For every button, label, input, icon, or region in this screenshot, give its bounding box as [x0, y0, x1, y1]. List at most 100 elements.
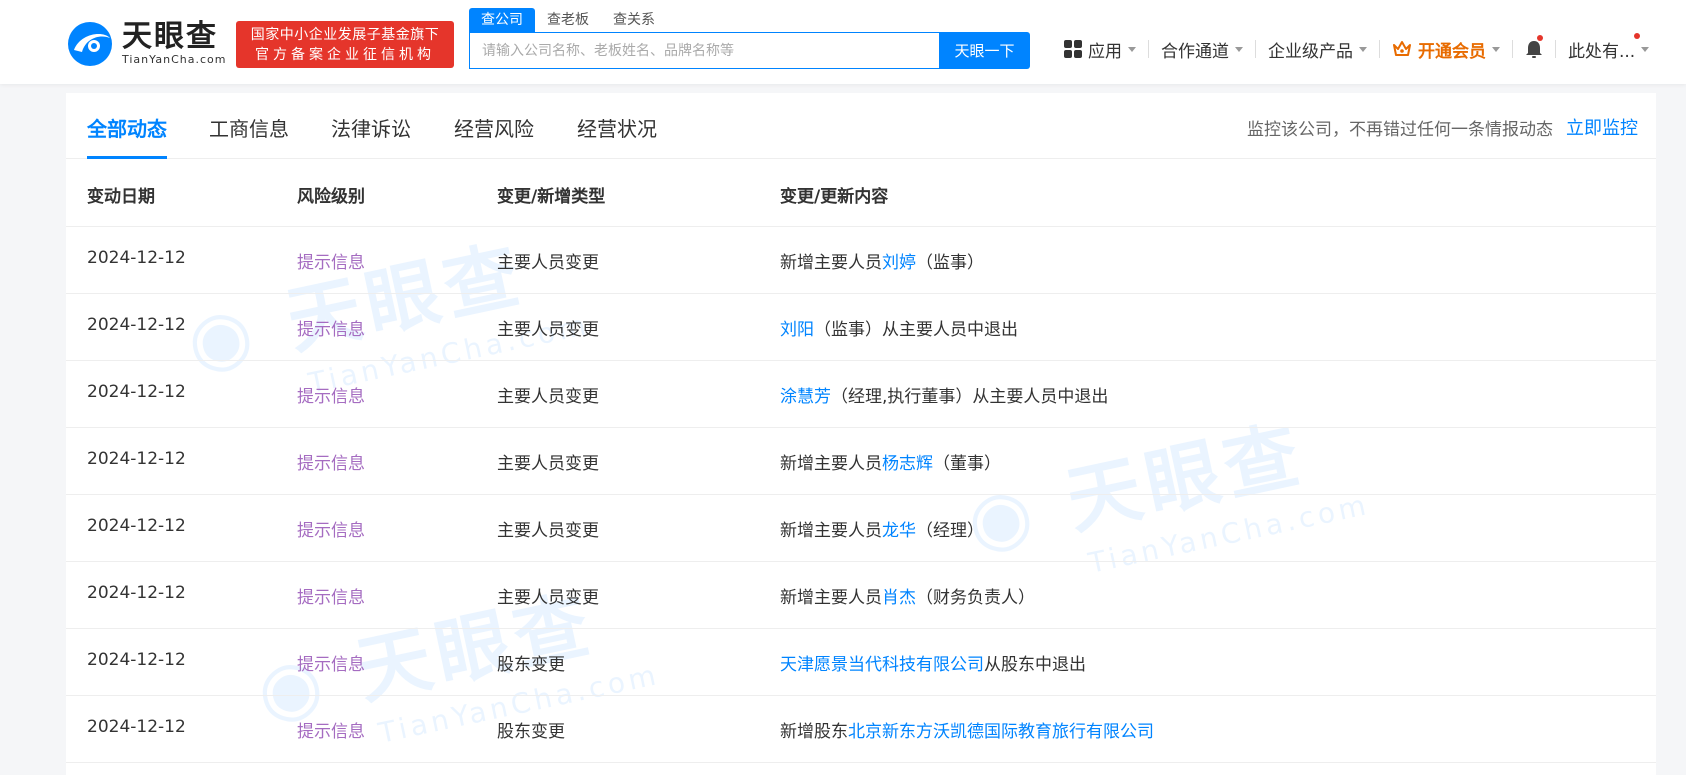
notification-dot	[1537, 35, 1543, 41]
entity-link[interactable]: 肖杰	[882, 588, 916, 608]
cell-risk[interactable]: 提示信息	[297, 449, 365, 474]
cell-content: 刘阳（监事）从主要人员中退出	[780, 315, 1018, 340]
cell-risk[interactable]: 提示信息	[297, 382, 365, 407]
cell-risk[interactable]: 提示信息	[297, 717, 365, 742]
monitor-text: 监控该公司，不再错过任何一条情报动态	[1247, 120, 1553, 140]
nav-cooperation[interactable]: 合作通道	[1149, 37, 1255, 62]
table-row: 2024-12-12 提示信息 主要人员变更 新增主要人员龙华（经理）	[66, 495, 1656, 562]
table-row: 2024-12-12 提示信息 主要人员变更 新增主要人员刘婷（监事）	[66, 227, 1656, 294]
cell-type: 主要人员变更	[497, 588, 599, 608]
tab-legal[interactable]: 法律诉讼	[331, 113, 411, 159]
nav-user-label: 此处有...	[1568, 41, 1636, 62]
content-suffix: （监事）从主要人员中退出	[814, 320, 1018, 340]
tab-status[interactable]: 经营状况	[577, 113, 657, 159]
crown-icon	[1392, 40, 1412, 58]
nav-user[interactable]: 此处有...	[1556, 32, 1661, 62]
header-content: 变更/更新内容	[780, 187, 889, 207]
nav-vip-label: 开通会员	[1418, 41, 1486, 62]
entity-link[interactable]: 涂慧芳	[780, 387, 831, 407]
search-tab-company[interactable]: 查公司	[469, 8, 535, 32]
chevron-down-icon	[1359, 46, 1367, 52]
certification-badge: 国家中小企业发展子基金旗下 官方备案企业征信机构	[236, 21, 454, 68]
cell-content: 新增主要人员刘婷（监事）	[780, 248, 984, 273]
entity-link[interactable]: 刘婷	[882, 253, 916, 273]
tab-risk[interactable]: 经营风险	[454, 113, 534, 159]
search-tab-relation[interactable]: 查关系	[601, 8, 667, 32]
entity-link[interactable]: 龙华	[882, 521, 916, 541]
cell-type: 主要人员变更	[497, 454, 599, 474]
cell-risk[interactable]: 提示信息	[297, 315, 365, 340]
content-suffix: （监事）	[916, 253, 984, 273]
content-suffix: （经理）	[916, 521, 984, 541]
entity-link[interactable]: 天津愿景当代科技有限公司	[780, 655, 984, 675]
chevron-down-icon	[1128, 46, 1136, 52]
content-suffix: （董事）	[933, 454, 1001, 474]
logo-text-cn: 天眼查	[122, 19, 218, 54]
table-row: 2024-12-12 提示信息 主要人员变更 新增主要人员肖杰（财务负责人）	[66, 562, 1656, 629]
cell-content: 新增主要人员杨志辉（董事）	[780, 449, 1001, 474]
nav-vip[interactable]: 开通会员	[1380, 37, 1512, 62]
content-prefix: 新增股东	[780, 722, 848, 742]
cell-date: 2024-12-12	[87, 449, 186, 469]
bell-icon	[1525, 39, 1543, 59]
nav-cooperation-label: 合作通道	[1161, 41, 1229, 62]
nav-apps[interactable]: 应用	[1052, 37, 1148, 62]
table-row: 2024-12-12 提示信息 主要人员变更 新增主要人员杨志辉（董事）	[66, 428, 1656, 495]
cell-content: 天津愿景当代科技有限公司从股东中退出	[780, 650, 1086, 675]
content-prefix: 新增主要人员	[780, 588, 882, 608]
top-header: 天眼查 TianYanCha.com 国家中小企业发展子基金旗下 官方备案企业征…	[0, 0, 1686, 84]
content-suffix: （财务负责人）	[916, 588, 1035, 608]
monitor-link[interactable]: 立即监控	[1566, 114, 1638, 140]
cell-date: 2024-12-12	[87, 315, 186, 335]
search-button[interactable]: 天眼一下	[939, 32, 1030, 69]
cell-date: 2024-12-12	[87, 583, 186, 603]
user-dot	[1634, 32, 1640, 39]
cell-risk[interactable]: 提示信息	[297, 650, 365, 675]
cell-date: 2024-12-12	[87, 650, 186, 670]
content-prefix: 新增主要人员	[780, 521, 882, 541]
header-type: 变更/新增类型	[497, 187, 606, 207]
apps-grid-icon	[1064, 40, 1082, 58]
chevron-down-icon	[1235, 46, 1243, 52]
cell-risk[interactable]: 提示信息	[297, 248, 365, 273]
cell-date: 2024-12-12	[87, 516, 186, 536]
cell-type: 股东变更	[497, 655, 565, 675]
nav-apps-label: 应用	[1088, 41, 1122, 62]
cell-content: 新增主要人员龙华（经理）	[780, 516, 984, 541]
entity-link[interactable]: 刘阳	[780, 320, 814, 340]
logo[interactable]: 天眼查 TianYanCha.com	[66, 18, 226, 70]
cell-risk[interactable]: 提示信息	[297, 516, 365, 541]
cell-risk[interactable]: 提示信息	[297, 583, 365, 608]
nav-enterprise-label: 企业级产品	[1268, 41, 1353, 62]
search-input[interactable]	[470, 33, 939, 68]
entity-link[interactable]: 杨志辉	[882, 454, 933, 474]
content-suffix: 从股东中退出	[984, 655, 1086, 675]
tab-business-info[interactable]: 工商信息	[209, 113, 289, 159]
cell-type: 主要人员变更	[497, 521, 599, 541]
top-nav: 应用 合作通道 企业级产品 开通会员 此处有...	[1052, 32, 1661, 66]
logo-eye-icon	[66, 20, 114, 68]
cell-date: 2024-12-12	[87, 382, 186, 402]
search-tab-boss[interactable]: 查老板	[535, 8, 601, 32]
content-suffix: （经理,执行董事）从主要人员中退出	[831, 387, 1109, 407]
cell-date: 2024-12-12	[87, 248, 186, 268]
header-risk: 风险级别	[297, 187, 365, 207]
cell-content: 涂慧芳（经理,执行董事）从主要人员中退出	[780, 382, 1108, 407]
logo-text-en: TianYanCha.com	[122, 53, 227, 66]
table-header: 变动日期 风险级别 变更/新增类型 变更/更新内容	[66, 160, 1656, 227]
nav-enterprise[interactable]: 企业级产品	[1256, 37, 1379, 62]
cell-content: 新增主要人员肖杰（财务负责人）	[780, 583, 1035, 608]
table-row: 2024-12-12 提示信息 股东变更 天津愿景当代科技有限公司从股东中退出	[66, 629, 1656, 696]
search-tabs: 查公司 查老板 查关系	[469, 8, 667, 32]
dynamics-card: ◉ 天眼查 TianYanCha.com ◉ 天眼查 TianYanCha.com …	[66, 93, 1656, 775]
cell-content: 新增股东北京新东方沃凯德国际教育旅行有限公司	[780, 717, 1154, 742]
table-row: 2024-12-12 提示信息 主要人员变更 刘阳（监事）从主要人员中退出	[66, 294, 1656, 361]
notification-bell[interactable]	[1513, 35, 1555, 59]
tab-all-dynamics[interactable]: 全部动态	[87, 113, 167, 159]
table-row: 2024-12-12 提示信息 股东变更 新增股东北京新东方沃凯德国际教育旅行有限公司	[66, 696, 1656, 763]
cell-date: 2024-12-12	[87, 717, 186, 737]
search-box	[469, 32, 939, 69]
badge-line-2: 官方备案企业征信机构	[255, 46, 435, 63]
entity-link[interactable]: 北京新东方沃凯德国际教育旅行有限公司	[848, 722, 1154, 742]
table-row: 2024-12-12 提示信息 主要人员变更 涂慧芳（经理,执行董事）从主要人员中退出	[66, 361, 1656, 428]
